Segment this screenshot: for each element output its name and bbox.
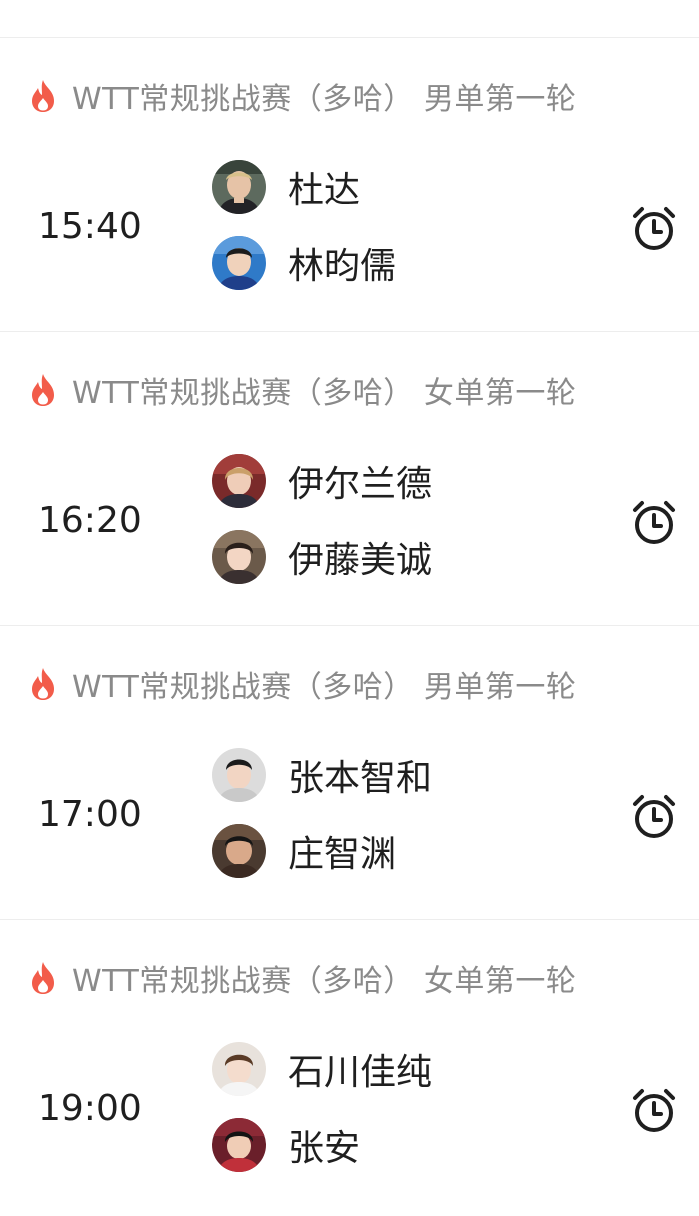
- player-avatar: [212, 160, 266, 214]
- fire-icon: [32, 962, 54, 994]
- alarm-clock-icon[interactable]: [629, 498, 679, 548]
- player-name: 林昀儒: [288, 246, 397, 287]
- event-title: WTT常规挑战赛（多哈） 女单第一轮: [72, 964, 577, 999]
- player-avatar: [212, 748, 266, 802]
- match-list: WTT常规挑战赛（多哈） 男单第一轮 15:40 杜达 林昀儒 WTT常规挑战赛…: [0, 38, 699, 1214]
- event-title: WTT常规挑战赛（多哈） 男单第一轮: [72, 670, 577, 705]
- match-time: 19:00: [38, 1088, 142, 1129]
- match-card[interactable]: WTT常规挑战赛（多哈） 女单第一轮 19:00 石川佳纯 张安: [0, 920, 699, 1214]
- match-time: 16:20: [38, 500, 142, 541]
- player-row[interactable]: 张本智和: [212, 748, 432, 802]
- player-name: 杜达: [288, 170, 361, 211]
- event-title: WTT常规挑战赛（多哈） 男单第一轮: [72, 82, 577, 117]
- player-name: 伊尔兰德: [288, 464, 433, 505]
- fire-icon: [32, 374, 54, 406]
- event-row: WTT常规挑战赛（多哈） 女单第一轮: [28, 958, 577, 999]
- alarm-clock-icon[interactable]: [629, 1086, 679, 1136]
- player-row[interactable]: 庄智渊: [212, 824, 396, 878]
- fire-icon: [32, 668, 54, 700]
- match-card[interactable]: WTT常规挑战赛（多哈） 男单第一轮 17:00 张本智和 庄智渊: [0, 626, 699, 920]
- match-time: 15:40: [38, 206, 142, 247]
- player-row[interactable]: 杜达: [212, 160, 360, 214]
- player-avatar: [212, 1042, 266, 1096]
- player-name: 伊藤美诚: [288, 540, 433, 581]
- player-name: 庄智渊: [288, 834, 397, 875]
- player-name: 张安: [288, 1128, 361, 1169]
- alarm-clock-icon[interactable]: [629, 204, 679, 254]
- event-row: WTT常规挑战赛（多哈） 男单第一轮: [28, 664, 577, 705]
- player-row[interactable]: 张安: [212, 1118, 360, 1172]
- player-avatar: [212, 530, 266, 584]
- top-strip: [0, 0, 699, 38]
- player-name: 石川佳纯: [288, 1052, 433, 1093]
- player-row[interactable]: 伊藤美诚: [212, 530, 432, 584]
- player-avatar: [212, 824, 266, 878]
- event-row: WTT常规挑战赛（多哈） 男单第一轮: [28, 76, 577, 117]
- player-name: 张本智和: [288, 758, 433, 799]
- match-time: 17:00: [38, 794, 142, 835]
- player-row[interactable]: 伊尔兰德: [212, 454, 432, 508]
- match-card[interactable]: WTT常规挑战赛（多哈） 女单第一轮 16:20 伊尔兰德 伊藤美诚: [0, 332, 699, 626]
- player-avatar: [212, 236, 266, 290]
- match-card[interactable]: WTT常规挑战赛（多哈） 男单第一轮 15:40 杜达 林昀儒: [0, 38, 699, 332]
- event-row: WTT常规挑战赛（多哈） 女单第一轮: [28, 370, 577, 411]
- player-avatar: [212, 1118, 266, 1172]
- player-row[interactable]: 石川佳纯: [212, 1042, 432, 1096]
- fire-icon: [32, 80, 54, 112]
- player-row[interactable]: 林昀儒: [212, 236, 396, 290]
- player-avatar: [212, 454, 266, 508]
- event-title: WTT常规挑战赛（多哈） 女单第一轮: [72, 376, 577, 411]
- alarm-clock-icon[interactable]: [629, 792, 679, 842]
